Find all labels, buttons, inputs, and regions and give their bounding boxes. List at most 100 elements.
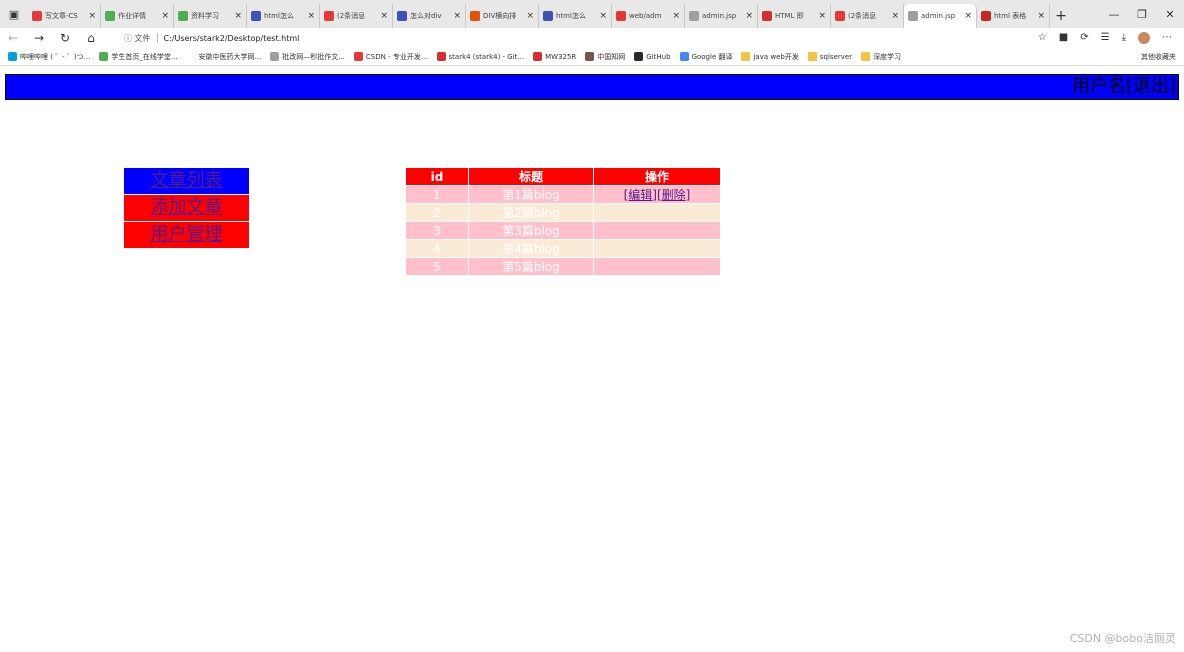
extension-icon[interactable]: ■	[1059, 32, 1068, 44]
bookmark-item[interactable]: CSDN - 专业开发...	[353, 52, 428, 62]
browser-tab[interactable]: (2条消息 ×	[320, 4, 393, 28]
close-tab-icon[interactable]: ×	[234, 11, 242, 21]
site-icon	[533, 52, 543, 61]
back-icon[interactable]: ←	[0, 31, 26, 45]
bookmark-label: MW325R	[545, 52, 577, 61]
bookmark-item[interactable]: 批改网—秒批作文...	[270, 52, 345, 62]
favorite-star-icon[interactable]: ☆	[1038, 32, 1047, 44]
tab-title: HTML 即	[775, 12, 804, 20]
tab-actions-icon[interactable]: ▣	[0, 0, 28, 28]
restore-icon[interactable]: ❐	[1128, 8, 1156, 21]
new-tab-button[interactable]: +	[1050, 4, 1072, 28]
download-icon[interactable]: ⤓	[1122, 32, 1126, 44]
table-row: 5 第5篇blog	[406, 258, 720, 275]
close-tab-icon[interactable]: ×	[526, 11, 534, 21]
browser-tab[interactable]: 写文章-CS ×	[28, 4, 101, 28]
bookmark-label: 中国知网	[597, 52, 626, 61]
collections-icon[interactable]: ☰	[1101, 32, 1110, 44]
delete-link[interactable]: [删除]	[657, 188, 690, 202]
user-logout-link[interactable]: 用户名[退出]	[1072, 76, 1176, 98]
browser-tab[interactable]: 作业详情 ×	[101, 4, 174, 28]
browser-tab[interactable]: 怎么对div ×	[393, 4, 466, 28]
nav-user-management[interactable]: 用户管理	[124, 222, 249, 248]
bookmark-item[interactable]: java web开发	[741, 52, 799, 62]
url-field[interactable]: C:/Users/stark2/Desktop/test.html	[164, 34, 300, 43]
tab-title: html怎么	[556, 12, 586, 20]
close-tab-icon[interactable]: ×	[964, 11, 972, 21]
close-tab-icon[interactable]: ×	[599, 11, 607, 21]
close-tab-icon[interactable]: ×	[380, 11, 388, 21]
other-bookmarks-label: 其他收藏夹	[1141, 52, 1176, 61]
html5-icon	[470, 11, 480, 21]
globe-icon	[616, 11, 626, 21]
close-window-icon[interactable]: ✕	[1156, 8, 1184, 21]
more-menu-icon[interactable]: ⋯	[1162, 32, 1172, 44]
close-tab-icon[interactable]: ×	[818, 11, 826, 21]
cell-id: 4	[406, 240, 468, 257]
bookmark-label: 安徽中医药大学网...	[198, 52, 262, 61]
bookmark-label: Google 翻译	[691, 52, 733, 61]
tab-title: 写文章-CS	[45, 12, 78, 20]
bookmark-item[interactable]: stark4 (stark4) - Git...	[436, 52, 524, 61]
edit-link[interactable]: [编辑]	[624, 188, 657, 202]
bookmark-item[interactable]: 哔哩哔哩 ( ゜- ゜)つ...	[8, 52, 90, 62]
window-controls: — ❐ ✕	[1100, 0, 1184, 28]
browser-tab[interactable]: HTML 即 ×	[758, 4, 831, 28]
bookmark-item[interactable]: GitHub	[634, 52, 671, 61]
close-tab-icon[interactable]: ×	[1037, 11, 1045, 21]
close-tab-icon[interactable]: ×	[307, 11, 315, 21]
bookmark-label: 学生首页_在线学堂...	[111, 52, 178, 61]
bookmark-item[interactable]: 学生首页_在线学堂...	[99, 52, 178, 62]
bookmark-item[interactable]: MW325R	[533, 52, 576, 61]
tab-title: 资料学习	[191, 12, 219, 20]
column-header-id: id	[406, 168, 468, 185]
browser-tab[interactable]: 资料学习 ×	[174, 4, 247, 28]
close-tab-icon[interactable]: ×	[88, 11, 96, 21]
close-tab-icon[interactable]: ×	[453, 11, 461, 21]
browser-tab[interactable]: DIV横向排 ×	[466, 4, 539, 28]
close-tab-icon[interactable]: ×	[891, 11, 899, 21]
tab-title: (2条消息	[848, 12, 877, 20]
browser-tab[interactable]: admin.jsp ×	[685, 4, 758, 28]
cell-id: 5	[406, 258, 468, 275]
cell-id: 3	[406, 222, 468, 239]
tab-title: DIV横向排	[483, 12, 517, 20]
edu-icon	[178, 11, 188, 21]
cell-title: 第4篇blog	[469, 240, 593, 257]
file-icon	[689, 11, 699, 21]
browser-tab[interactable]: html怎么 ×	[539, 4, 612, 28]
table-header-row: id 标题 操作	[406, 168, 720, 185]
browser-tab[interactable]: html怎么 ×	[247, 4, 320, 28]
bookmark-item[interactable]: 中国知网	[585, 52, 625, 62]
other-bookmarks[interactable]: 其他收藏夹	[1129, 52, 1176, 62]
browser-tab[interactable]: admin.jsp ×	[904, 4, 977, 28]
folder-icon	[861, 52, 871, 61]
nav-add-article[interactable]: 添加文章	[124, 195, 249, 221]
site-icon	[186, 52, 196, 61]
browser-tab[interactable]: web/adm ×	[612, 4, 685, 28]
folder-icon	[807, 52, 817, 61]
bookmark-item[interactable]: 深度学习	[861, 52, 901, 62]
forward-icon[interactable]: →	[26, 31, 52, 45]
bookmark-item[interactable]: Google 翻译	[679, 52, 733, 62]
close-tab-icon[interactable]: ×	[672, 11, 680, 21]
sync-icon[interactable]: ⟳	[1080, 32, 1088, 44]
minimize-icon[interactable]: —	[1100, 8, 1128, 21]
site-icon	[270, 52, 280, 61]
cell-title: 第2篇blog	[469, 204, 593, 221]
column-header-title: 标题	[469, 168, 593, 185]
browser-tab[interactable]: (2条消息 ×	[831, 4, 904, 28]
refresh-icon[interactable]: ↻	[52, 31, 78, 45]
close-tab-icon[interactable]: ×	[745, 11, 753, 21]
site-icon	[436, 52, 446, 61]
site-info-label[interactable]: ⓘ 文件	[124, 33, 151, 44]
home-icon[interactable]: ⌂	[78, 31, 104, 45]
nav-article-list[interactable]: 文章列表	[124, 168, 249, 194]
bookmark-item[interactable]: sqlserver	[807, 52, 852, 61]
profile-avatar[interactable]	[1138, 32, 1150, 44]
browser-tab[interactable]: html 表格 ×	[977, 4, 1050, 28]
bookmark-item[interactable]: 安徽中医药大学网...	[186, 52, 262, 62]
cell-actions	[594, 204, 720, 221]
tab-title: html怎么	[264, 12, 294, 20]
close-tab-icon[interactable]: ×	[161, 11, 169, 21]
